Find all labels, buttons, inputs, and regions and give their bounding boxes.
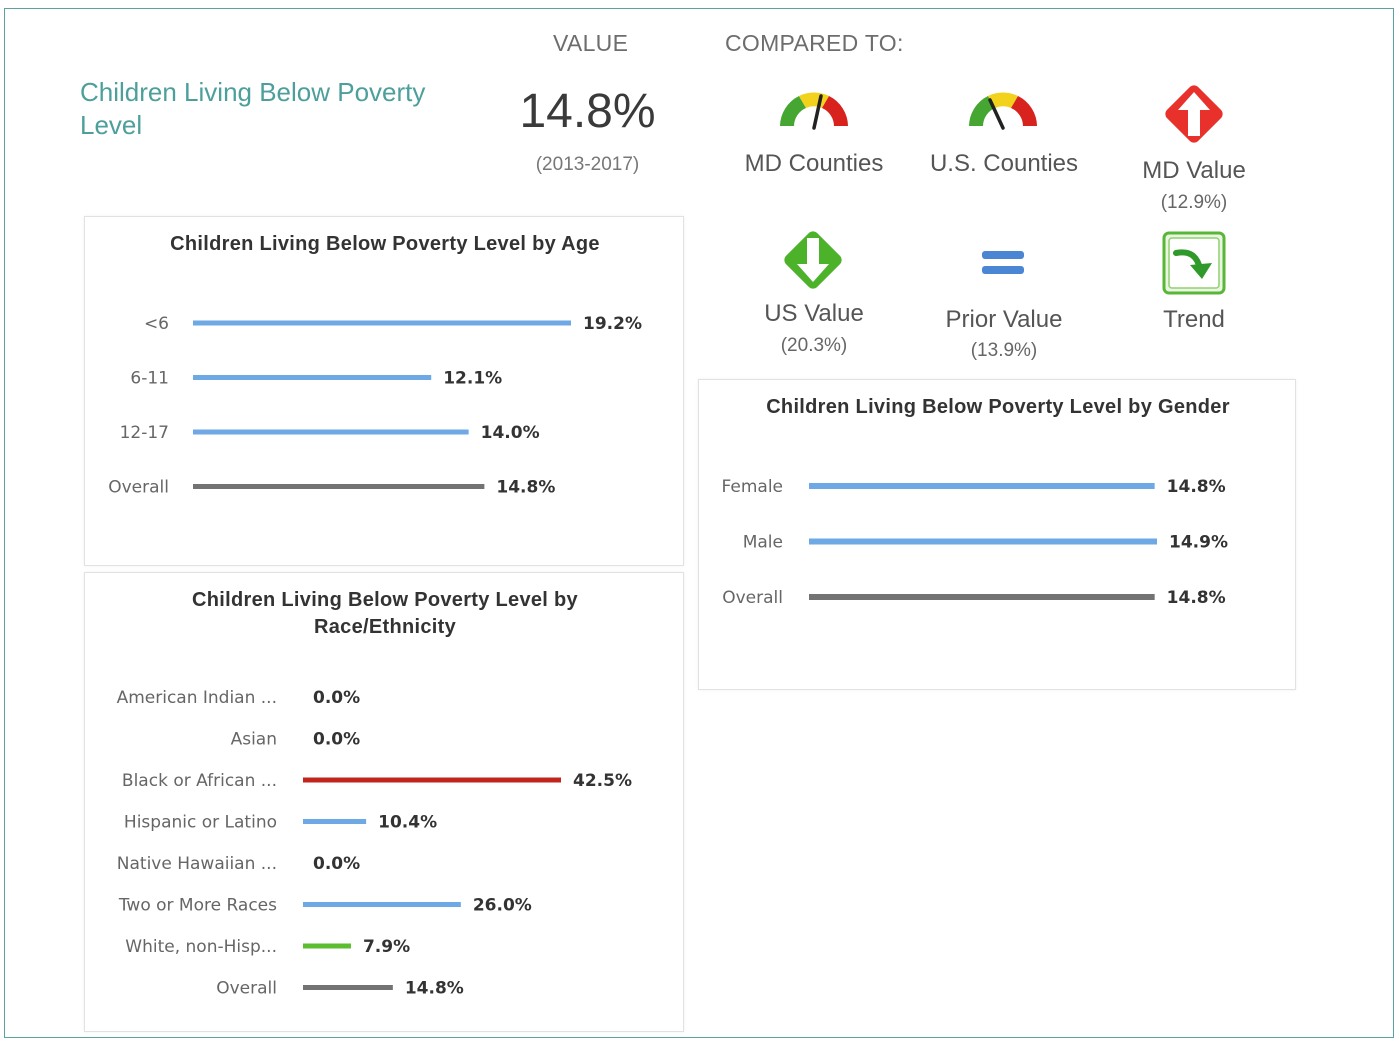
gender-chart-card: Children Living Below Poverty Level by G… [698,379,1296,690]
race-bar[interactable] [303,985,393,990]
gender-category-label: Male [743,533,783,553]
gender-bar[interactable] [809,483,1155,489]
race-value-label: 0.0% [313,730,360,750]
age-value-label: 12.1% [443,369,502,389]
indicator-period: (2013-2017) [535,154,640,175]
race-category-label: Hispanic or Latino [124,813,277,833]
equals-icon[interactable] [980,248,1026,278]
race-value-label: 7.9% [363,937,410,957]
race-category-label: White, non-Hisp... [125,937,277,957]
red-arrow-up-icon[interactable] [1160,80,1228,148]
age-category-label: <6 [144,314,169,334]
gender-value-label: 14.8% [1167,477,1226,497]
race-category-label: Asian [231,730,277,750]
comparison-sub-prior-value: (13.9%) [970,340,1038,361]
age-value-label: 14.0% [481,423,540,443]
age-value-label: 19.2% [583,314,642,334]
trend-arrow-icon[interactable] [1162,231,1226,295]
compared-to-header: COMPARED TO: [725,30,904,56]
comparison-label-us-counties: U.S. Counties [929,150,1079,177]
age-bar[interactable] [193,375,432,380]
race-chart: American Indian ... 0.0% Asian 0.0% Black or… [117,688,632,999]
indicator-value: 14.8% [519,85,656,138]
race-value-label: 0.0% [313,854,360,874]
race-category-label: American Indian ... [117,688,277,708]
race-chart-card: Children Living Below Poverty Level by R… [84,572,684,1032]
comparison-sub-md-value: (12.9%) [1160,192,1228,213]
gender-category-label: Female [722,477,783,497]
race-bar[interactable] [303,819,367,824]
comparison-label-prior-value: Prior Value [945,306,1063,333]
comparison-label-md-counties: MD Counties [744,150,884,177]
comparison-sub-us-value: (20.3%) [780,335,848,356]
race-category-label: Overall [216,979,277,999]
age-value-label: 14.8% [496,478,555,498]
race-bar[interactable] [303,943,351,949]
age-bar[interactable] [193,320,571,326]
comparison-label-md-value: MD Value [1142,157,1246,184]
race-category-label: Two or More Races [118,896,277,916]
race-value-label: 10.4% [378,813,437,833]
race-bar[interactable] [303,902,461,907]
race-bar[interactable] [303,777,561,783]
gauge-icon[interactable] [774,84,854,132]
gauge-icon[interactable] [963,84,1043,132]
comparison-label-trend: Trend [1163,306,1225,333]
age-chart: <6 19.2% 6-11 12.1% 12-17 14.0% Overall 14.8% [108,314,642,498]
value-header: VALUE [553,30,629,56]
race-value-label: 0.0% [313,688,360,708]
age-category-label: 6-11 [130,369,169,389]
gender-value-label: 14.9% [1169,533,1228,553]
age-bar[interactable] [193,429,469,435]
age-category-label: 12-17 [120,423,169,443]
age-category-label: Overall [108,478,169,498]
gender-category-label: Overall [722,588,783,608]
green-arrow-down-icon[interactable] [779,226,847,294]
gender-bar[interactable] [809,538,1157,545]
race-value-label: 42.5% [573,771,632,791]
age-bar[interactable] [193,484,485,489]
race-value-label: 14.8% [405,979,464,999]
race-value-label: 26.0% [473,896,532,916]
indicator-title[interactable]: Children Living Below Poverty Level [80,76,460,142]
gender-bar[interactable] [809,594,1155,600]
age-chart-card: Children Living Below Poverty Level by A… [84,216,684,566]
gender-value-label: 14.8% [1167,588,1226,608]
race-category-label: Black or African ... [122,771,277,791]
comparison-label-us-value: US Value [764,300,864,327]
race-category-label: Native Hawaiian ... [117,854,277,874]
gender-chart: Female 14.8% Male 14.9% Overall 14.8% [722,477,1228,608]
